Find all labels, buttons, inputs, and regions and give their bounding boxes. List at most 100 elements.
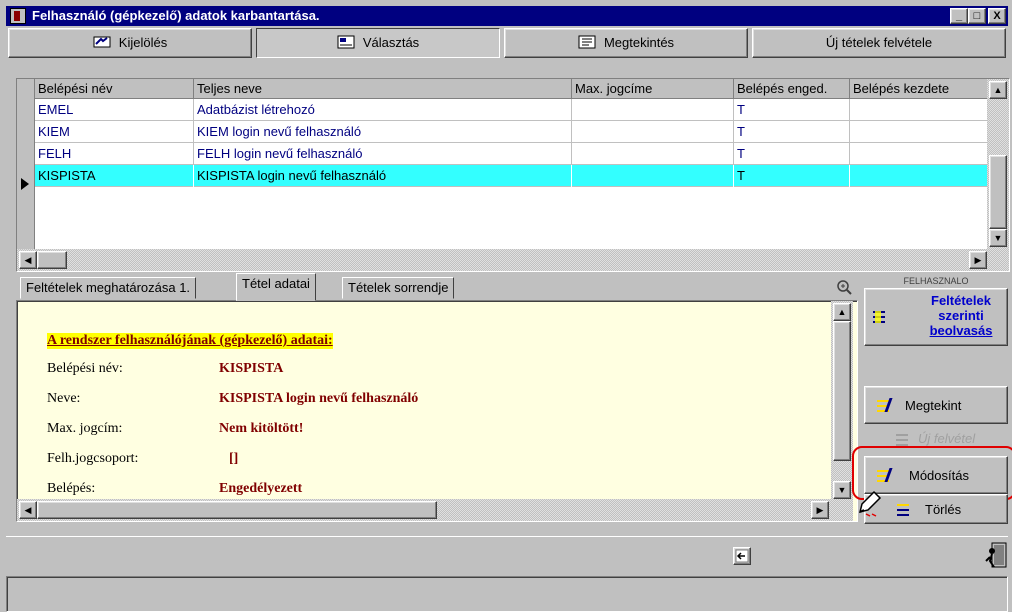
list-load-icon — [873, 309, 893, 325]
view-icon — [578, 31, 596, 49]
view-button-label: Megtekintés — [603, 35, 675, 50]
cell-login: KISPISTA — [38, 168, 96, 183]
close-button[interactable]: X — [988, 8, 1006, 24]
minimize-button[interactable]: _ — [950, 8, 968, 24]
status-bar — [6, 576, 1008, 612]
modify-list-icon — [877, 468, 898, 484]
scroll-right-button[interactable]: ▶ — [969, 251, 987, 269]
field-value-name: KISPISTA login nevű felhasználó — [219, 391, 419, 406]
modify-button[interactable]: Módosítás — [864, 456, 1008, 494]
title-bar: Felhasználó (gépkezelő) adatok karbantar… — [6, 6, 1008, 26]
cell-full-name: KISPISTA login nevű felhasználó — [193, 165, 571, 187]
select-icon — [93, 31, 111, 48]
column-header-login[interactable]: Belépési név — [35, 79, 193, 99]
grid-vertical-scrollbar[interactable]: ▲ ▼ — [987, 79, 1009, 255]
table-row-selected[interactable]: KISPISTA KISPISTA login nevű felhasználó… — [35, 165, 987, 187]
scroll-thumb-horizontal[interactable] — [37, 251, 67, 269]
scroll-up-button[interactable]: ▲ — [833, 303, 851, 321]
row-indicator-column — [17, 79, 35, 271]
current-row-icon — [21, 178, 29, 190]
column-header-full-name[interactable]: Teljes neve — [193, 79, 571, 99]
cell-login-start — [849, 143, 987, 165]
detail-vertical-scrollbar[interactable]: ▲ ▼ — [831, 301, 853, 501]
table-row[interactable]: FELH FELH login nevű felhasználó T — [35, 143, 987, 165]
tab-item-data[interactable]: Tétel adatai — [236, 273, 316, 301]
action-bar — [6, 536, 1008, 574]
scroll-thumb-horizontal[interactable] — [37, 501, 437, 519]
detail-heading: A rendszer felhasználójának (gépkezelő) … — [47, 333, 333, 349]
field-value-login-status: Engedélyezett — [219, 481, 303, 496]
load-by-conditions-button[interactable]: Feltételek szerinti beolvasás — [864, 288, 1008, 346]
modify-label: Módosítás — [909, 468, 969, 483]
cell-max-title — [571, 165, 733, 187]
pencil-cursor-icon — [856, 488, 884, 518]
scroll-thumb[interactable] — [989, 155, 1007, 229]
delete-label: Törlés — [925, 502, 962, 517]
field-label-name: Neve: — [47, 391, 81, 406]
new-record-label: Új felvétel — [918, 431, 976, 446]
cell-login-start — [849, 99, 987, 121]
scroll-left-button[interactable]: ◀ — [19, 501, 37, 519]
column-header-login-enabled[interactable]: Belépés enged. — [733, 79, 849, 99]
scroll-down-button[interactable]: ▼ — [989, 229, 1007, 247]
new-record-icon — [896, 432, 916, 448]
tab-item-order[interactable]: Tételek sorrendje — [342, 277, 455, 299]
app-icon — [10, 8, 26, 24]
cell-full-name: KIEM login nevű felhasználó — [193, 121, 571, 143]
column-header-login-start[interactable]: Belépés kezdete — [849, 79, 987, 99]
delete-list-icon — [897, 502, 917, 518]
field-value-max-title: Nem kitöltött! — [219, 421, 304, 436]
field-label-login: Belépési név: — [47, 361, 123, 376]
cell-login-start — [849, 165, 987, 187]
grid-body: Belépési név Teljes neve Max. jogcíme Be… — [35, 79, 987, 255]
cell-max-title — [571, 99, 733, 121]
maximize-button[interactable]: □ — [968, 8, 986, 24]
field-label-max-title: Max. jogcím: — [47, 421, 123, 436]
delete-button[interactable]: Törlés — [864, 494, 1008, 524]
cell-max-title — [571, 121, 733, 143]
column-header-max-title[interactable]: Max. jogcíme — [571, 79, 733, 99]
field-label-user-group: Felh.jogcsoport: — [47, 451, 139, 466]
grid-horizontal-scrollbar[interactable]: ◀ ▶ — [17, 249, 1009, 271]
table-row[interactable]: KIEM KIEM login nevű felhasználó T — [35, 121, 987, 143]
exit-door-icon — [985, 542, 1007, 568]
cell-login-enabled: T — [733, 143, 849, 165]
cell-login-start — [849, 121, 987, 143]
window-title: Felhasználó (gépkezelő) adatok karbantar… — [32, 8, 320, 23]
new-record-button[interactable]: Új felvétel — [864, 424, 1008, 454]
choose-icon — [337, 31, 355, 49]
select-button[interactable]: Kijelölés — [8, 28, 252, 58]
cell-max-title — [571, 143, 733, 165]
tab-conditions[interactable]: Feltételek meghatározása 1. — [20, 277, 197, 299]
field-value-user-group: [] — [229, 451, 239, 466]
add-items-button[interactable]: Új tételek felvétele — [752, 28, 1006, 58]
detail-panel: A rendszer felhasználójának (gépkezelő) … — [16, 300, 858, 522]
add-items-button-label: Új tételek felvétele — [825, 35, 933, 50]
detail-horizontal-scrollbar[interactable]: ◀ ▶ — [17, 499, 853, 521]
cell-login: KIEM — [38, 124, 70, 139]
navigate-back-button[interactable] — [733, 547, 751, 565]
cell-login-enabled: T — [733, 165, 849, 187]
scroll-left-button[interactable]: ◀ — [19, 251, 37, 269]
scroll-up-button[interactable]: ▲ — [989, 81, 1007, 99]
exit-button[interactable] — [984, 541, 1010, 571]
choose-button[interactable]: Választás — [256, 28, 500, 58]
filter-icon[interactable] — [836, 279, 852, 295]
cell-login-enabled: T — [733, 121, 849, 143]
cell-full-name: Adatbázist létrehozó — [193, 99, 571, 121]
cell-login-enabled: T — [733, 99, 849, 121]
back-arrow-icon — [735, 549, 749, 563]
users-grid: Belépési név Teljes neve Max. jogcíme Be… — [16, 78, 1010, 272]
view-button[interactable]: Megtekintés — [504, 28, 748, 58]
table-row[interactable]: EMEL Adatbázist létrehozó T — [35, 99, 987, 121]
scroll-thumb[interactable] — [833, 321, 851, 461]
module-label: FELHASZNALO — [903, 276, 969, 286]
view-list-icon — [877, 398, 898, 414]
view-record-button[interactable]: Megtekint — [864, 386, 1008, 424]
cell-login: FELH — [38, 146, 72, 161]
view-record-label: Megtekint — [905, 398, 962, 413]
scroll-right-button[interactable]: ▶ — [811, 501, 829, 519]
load-by-conditions-label: Feltételek szerinti beolvasás — [929, 293, 993, 338]
choose-button-label: Választás — [362, 35, 420, 50]
scroll-down-button[interactable]: ▼ — [833, 481, 851, 499]
